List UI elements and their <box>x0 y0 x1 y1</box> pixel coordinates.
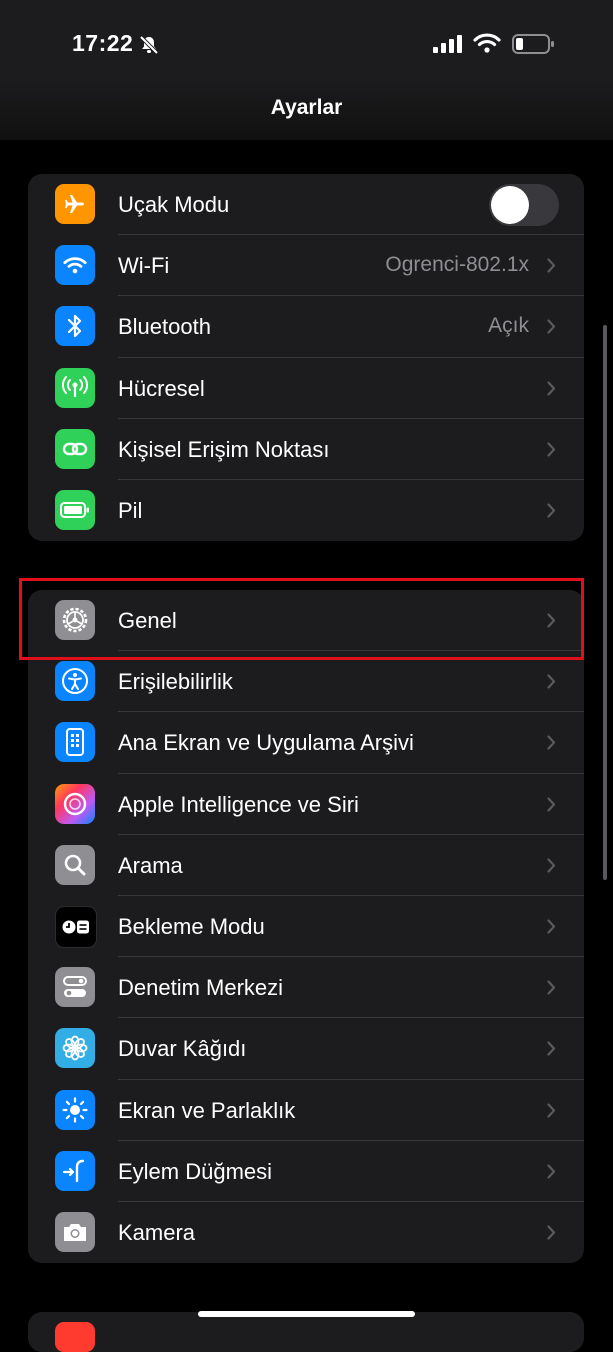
highlight-box <box>19 578 584 660</box>
next-settings-group <box>28 1312 584 1352</box>
settings-row-airplane-mode: Uçak Modu <box>28 174 584 236</box>
control-center-label: Denetim Merkezi <box>118 975 284 1001</box>
settings-row-battery[interactable]: Pil <box>28 480 584 541</box>
chevron-right-icon <box>547 258 556 273</box>
antenna-icon <box>55 367 95 408</box>
chevron-right-icon <box>547 980 556 995</box>
home-indicator[interactable] <box>198 1311 415 1317</box>
camera-label: Kamera <box>118 1219 196 1245</box>
siri-icon <box>55 783 95 824</box>
settings-row-accessibility[interactable]: Erişilebilirlik <box>28 651 584 713</box>
sliders-icon <box>55 967 95 1008</box>
chevron-right-icon <box>547 858 556 873</box>
scroll-indicator[interactable] <box>603 325 607 880</box>
apple-intelligence-label: Apple Intelligence ve Siri <box>118 791 359 817</box>
chevron-right-icon <box>547 1041 556 1056</box>
settings-row-wifi[interactable]: Wi-Fi Ogrenci-802.1x <box>28 235 584 297</box>
battery-status-icon <box>512 34 554 54</box>
wallpaper-label: Duvar Kâğıdı <box>118 1036 247 1062</box>
home-screen-label: Ana Ekran ve Uygulama Arşivi <box>118 730 414 756</box>
status-time: 17:22 <box>72 30 134 56</box>
flower-icon <box>55 1028 95 1069</box>
chevron-right-icon <box>547 442 556 457</box>
airplane-icon <box>55 184 95 224</box>
settings-row-standby[interactable]: Bekleme Modu <box>28 896 584 958</box>
settings-row-camera[interactable]: Kamera <box>28 1202 584 1263</box>
settings-row-display-brightness[interactable]: Ekran ve Parlaklık <box>28 1080 584 1141</box>
battery-label: Pil <box>118 497 143 523</box>
settings-row-bluetooth[interactable]: Bluetooth Açık <box>28 296 584 358</box>
link-icon <box>55 428 95 469</box>
chevron-right-icon <box>547 503 556 518</box>
settings-row-control-center[interactable]: Denetim Merkezi <box>28 957 584 1019</box>
personal-hotspot-label: Kişisel Erişim Noktası <box>118 436 330 462</box>
page-title: Ayarlar <box>270 96 343 119</box>
settings-row-cellular[interactable]: Hücresel <box>28 358 584 419</box>
camera-icon <box>55 1211 95 1252</box>
settings-row-home-screen[interactable]: Ana Ekran ve Uygulama Arşivi <box>28 712 584 774</box>
wifi-label: Wi-Fi <box>118 253 170 279</box>
search-label: Arama <box>118 852 183 878</box>
action-button-icon <box>55 1150 95 1191</box>
airplane-mode-label: Uçak Modu <box>118 192 230 217</box>
chevron-right-icon <box>547 674 556 689</box>
toggle-knob <box>491 186 529 224</box>
chevron-right-icon <box>547 319 556 334</box>
settings-row-search[interactable]: Arama <box>28 835 584 896</box>
wifi-status-icon <box>473 33 501 53</box>
settings-row-personal-hotspot[interactable]: Kişisel Erişim Noktası <box>28 419 584 480</box>
chevron-right-icon <box>547 735 556 750</box>
phone-grid-icon <box>55 722 95 763</box>
bluetooth-icon <box>55 306 95 347</box>
general-settings-group: Genel Erişilebilirlik Ana Ekran ve Uygul… <box>28 590 584 1263</box>
chevron-right-icon <box>547 1225 556 1240</box>
bluetooth-status-value: Açık <box>488 314 529 338</box>
chevron-right-icon <box>547 380 556 396</box>
chevron-right-icon <box>547 919 556 934</box>
connectivity-group: Uçak Modu Wi-Fi Ogrenci-802.1x Bluetooth… <box>28 174 584 541</box>
settings-row-apple-intelligence[interactable]: Apple Intelligence ve Siri <box>28 774 584 835</box>
chevron-right-icon <box>547 1102 556 1118</box>
battery-icon <box>55 489 95 530</box>
chevron-right-icon <box>547 1164 556 1179</box>
settings-row-action-button[interactable]: Eylem Düğmesi <box>28 1141 584 1202</box>
accessibility-label: Erişilebilirlik <box>118 669 233 695</box>
chevron-right-icon <box>547 796 556 812</box>
cellular-signal-icon <box>433 35 462 53</box>
settings-row-wallpaper[interactable]: Duvar Kâğıdı <box>28 1018 584 1080</box>
display-brightness-label: Ekran ve Parlaklık <box>118 1097 296 1123</box>
next-row-icon <box>55 1322 95 1352</box>
standby-icon <box>55 905 97 948</box>
search-icon <box>55 844 95 885</box>
silent-bell-icon <box>139 35 159 55</box>
cellular-label: Hücresel <box>118 375 205 401</box>
accessibility-icon <box>55 661 95 702</box>
bluetooth-label: Bluetooth <box>118 314 211 340</box>
standby-label: Bekleme Modu <box>118 913 265 939</box>
sun-icon <box>55 1089 95 1130</box>
airplane-mode-toggle[interactable] <box>489 184 559 226</box>
wifi-icon <box>55 245 95 286</box>
action-button-label: Eylem Düğmesi <box>118 1158 273 1184</box>
wifi-network-value: Ogrenci-802.1x <box>385 253 529 277</box>
